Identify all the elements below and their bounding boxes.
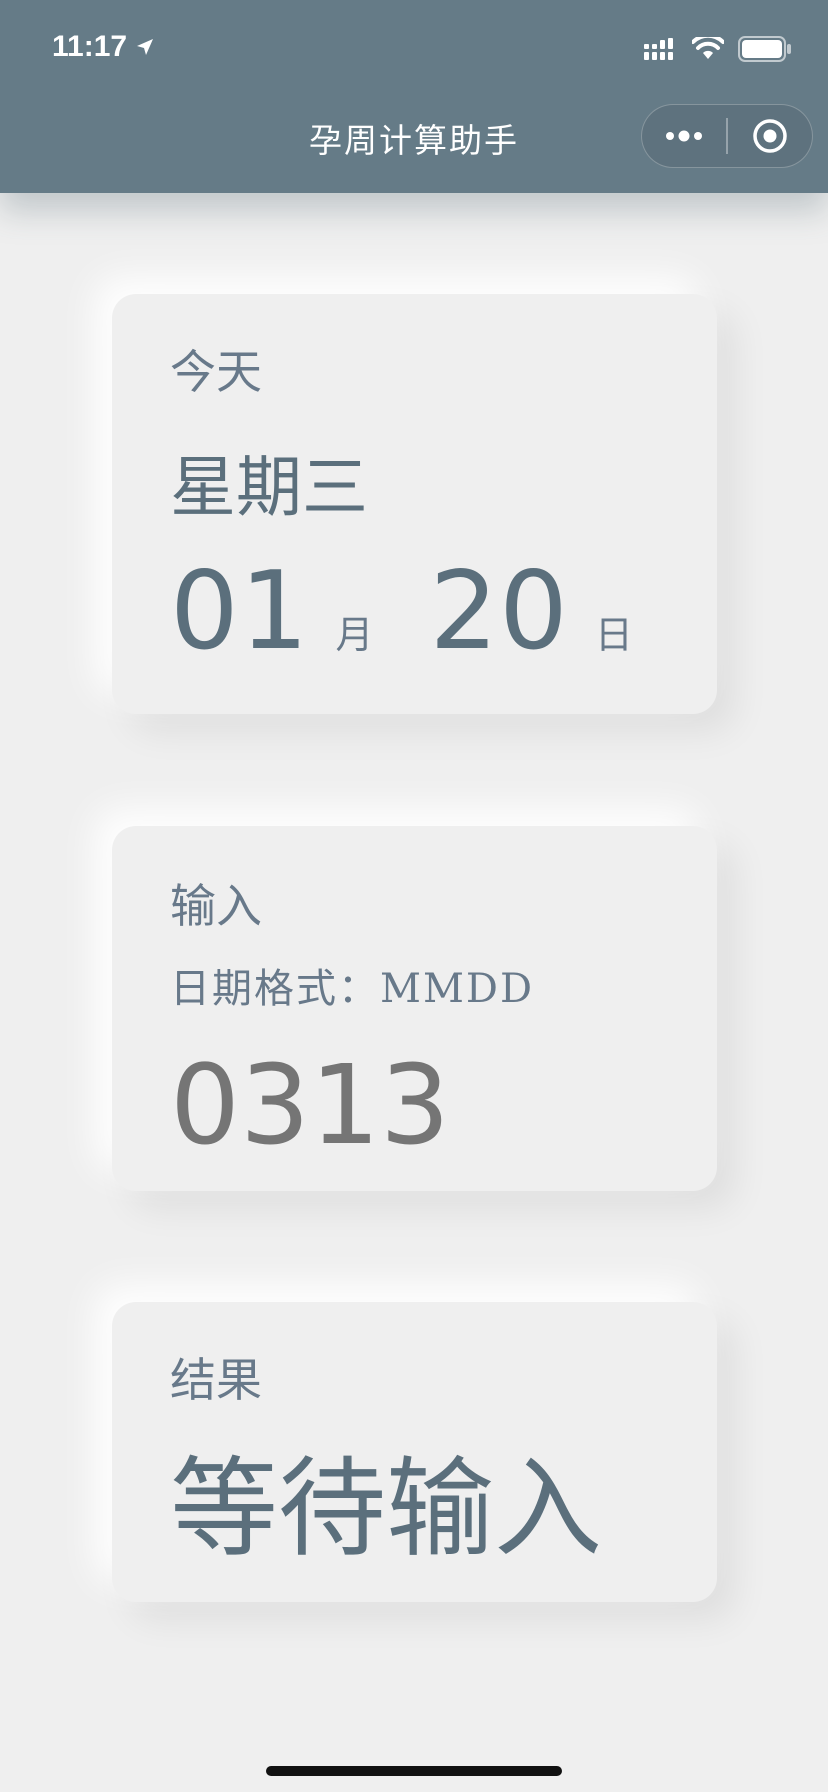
- mini-program-capsule: [641, 104, 813, 168]
- input-label: 输入: [170, 879, 262, 933]
- navigation-bar: 11:17 孕周计算助手: [0, 0, 828, 193]
- today-card: 今天 星期三 01 月 20 日: [112, 294, 717, 714]
- battery-icon: [738, 36, 791, 62]
- month-unit: 月: [335, 613, 374, 657]
- input-card[interactable]: 输入 日期格式：MMDD: [112, 826, 717, 1191]
- result-label: 结果: [170, 1353, 262, 1407]
- status-bar-time: 11:17: [52, 30, 155, 64]
- status-icons: [644, 36, 792, 62]
- more-button[interactable]: [642, 105, 726, 167]
- today-label: 今天: [170, 345, 262, 399]
- home-indicator[interactable]: [266, 1766, 562, 1776]
- close-target-icon: [753, 119, 787, 153]
- clock-text: 11:17: [52, 30, 128, 63]
- date-format-hint: 日期格式：MMDD: [170, 966, 535, 1012]
- result-value: 等待输入: [170, 1447, 603, 1572]
- more-dots-icon: [666, 130, 703, 142]
- weekday-text: 星期三: [170, 449, 368, 526]
- day-number: 20: [429, 549, 569, 674]
- date-input[interactable]: [170, 1041, 650, 1169]
- day-unit: 日: [594, 613, 633, 657]
- close-button[interactable]: [728, 105, 812, 167]
- result-card: 结果 等待输入: [112, 1302, 717, 1602]
- cellular-signal-icon: [644, 38, 673, 60]
- month-number: 01: [170, 549, 310, 674]
- location-arrow-icon: [137, 39, 154, 55]
- date-row: 01 月 20 日: [170, 549, 689, 674]
- wifi-icon: [692, 37, 724, 59]
